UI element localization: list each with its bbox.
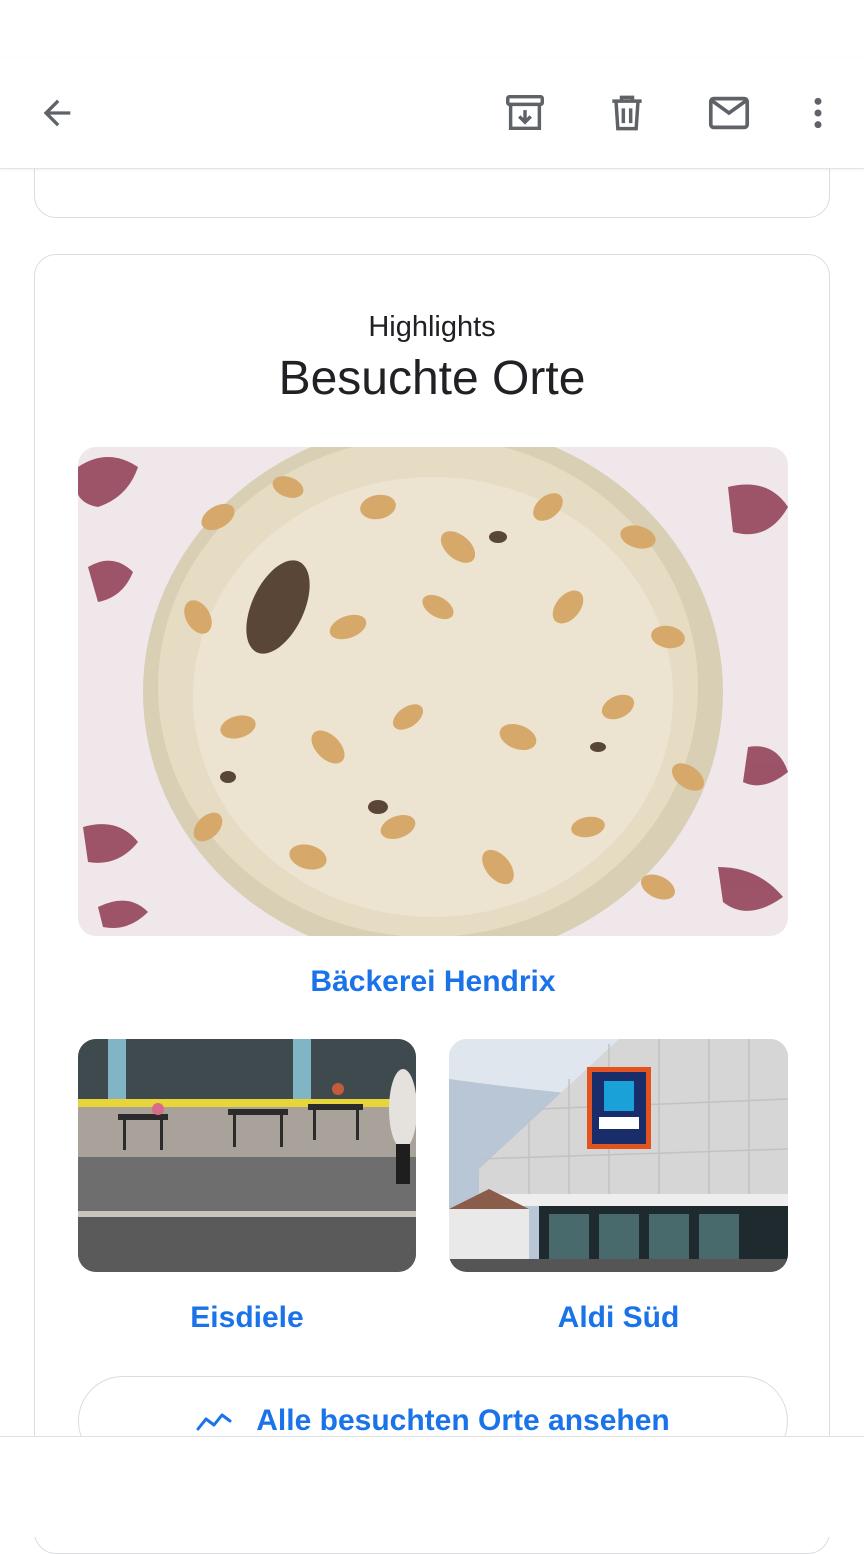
place-name-eisdiele[interactable]: Eisdiele xyxy=(78,1301,416,1335)
arrow-back-icon xyxy=(43,99,71,127)
back-button[interactable] xyxy=(30,86,84,140)
bread-roll-photo xyxy=(78,447,788,936)
place-name-aldi[interactable]: Aldi Süd xyxy=(449,1301,788,1335)
place-name-baeckerei[interactable]: Bäckerei Hendrix xyxy=(78,965,788,999)
bottom-bar xyxy=(0,1436,864,1537)
archive-icon xyxy=(506,94,544,131)
more-options-button[interactable] xyxy=(791,86,845,140)
highlights-title: Besuchte Orte xyxy=(278,352,586,405)
archive-button[interactable] xyxy=(498,86,552,140)
highlights-subtitle: Highlights xyxy=(368,311,496,343)
more-vert-icon xyxy=(814,97,822,129)
mail-icon xyxy=(708,96,750,130)
delete-button[interactable] xyxy=(600,86,654,140)
place-photo-eisdiele[interactable] xyxy=(78,1039,416,1272)
view-all-places-label: Alle besuchten Orte ansehen xyxy=(256,1404,670,1437)
trash-icon xyxy=(612,95,642,131)
aldi-store-photo xyxy=(449,1039,788,1272)
place-photo-aldi[interactable] xyxy=(449,1039,788,1272)
highlights-card: Highlights Besuchte Orte Bäckerei Hendri… xyxy=(34,254,830,1554)
status-bar xyxy=(0,0,864,58)
place-photo-baeckerei[interactable] xyxy=(78,447,788,936)
ice-cafe-terrace-photo xyxy=(78,1039,416,1272)
app-bar xyxy=(0,58,864,169)
mark-unread-button[interactable] xyxy=(702,86,756,140)
timeline-icon xyxy=(196,1413,232,1431)
